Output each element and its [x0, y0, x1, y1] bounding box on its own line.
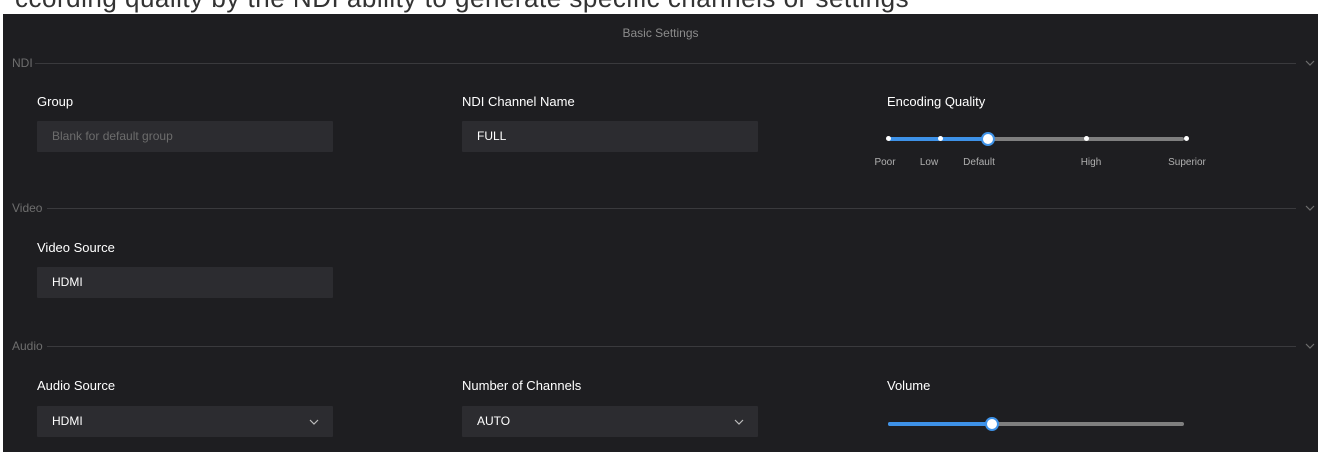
video-source-value: HDMI — [52, 275, 83, 289]
group-input[interactable] — [52, 121, 312, 152]
audio-source-label: Audio Source — [37, 378, 116, 393]
encoding-quality-handle[interactable] — [981, 132, 995, 146]
section-divider — [35, 63, 1296, 64]
section-header-video[interactable]: Video — [3, 200, 1318, 216]
volume-handle[interactable] — [984, 417, 999, 431]
panel-title: Basic Settings — [622, 26, 699, 40]
video-source-field[interactable]: HDMI — [37, 267, 333, 298]
cropped-page-text: ccording quality by the NDI ability to g… — [0, 0, 1318, 14]
ndi-channel-name-value: FULL — [477, 129, 507, 143]
quality-stop-high[interactable] — [1084, 136, 1089, 141]
chevron-down-icon[interactable] — [1303, 56, 1317, 70]
video-source-label: Video Source — [37, 240, 115, 255]
chevron-down-icon[interactable] — [1303, 339, 1317, 353]
quality-stop-superior[interactable] — [1184, 136, 1189, 141]
section-header-audio[interactable]: Audio — [3, 338, 1318, 354]
volume-label: Volume — [887, 378, 931, 393]
group-field[interactable] — [37, 121, 333, 152]
audio-source-select[interactable]: HDMI — [37, 406, 333, 437]
quality-label-low[interactable]: Low — [920, 157, 938, 168]
chevron-down-icon — [734, 419, 744, 425]
ndi-channel-name-label: NDI Channel Name — [462, 94, 575, 109]
number-of-channels-value: AUTO — [477, 414, 511, 428]
quality-label-high[interactable]: High — [1081, 157, 1102, 168]
ndi-channel-name-field[interactable]: FULL — [462, 121, 758, 152]
volume-slider[interactable] — [888, 417, 1184, 431]
number-of-channels-label: Number of Channels — [462, 378, 582, 393]
section-divider — [47, 346, 1296, 347]
chevron-down-icon — [309, 419, 319, 425]
encoding-quality-label: Encoding Quality — [887, 94, 986, 109]
group-label: Group — [37, 94, 74, 109]
section-label-ndi: NDI — [12, 56, 33, 70]
quality-stop-poor[interactable] — [886, 136, 891, 141]
encoding-quality-slider[interactable] — [886, 132, 1189, 146]
quality-label-poor[interactable]: Poor — [874, 157, 895, 168]
audio-source-value: HDMI — [52, 414, 83, 428]
section-header-ndi[interactable]: NDI — [3, 55, 1318, 71]
volume-fill — [888, 422, 992, 426]
quality-label-default[interactable]: Default — [963, 157, 995, 168]
cropped-heading-text: ccording quality by the NDI ability to g… — [15, 0, 909, 14]
section-label-video: Video — [12, 201, 43, 215]
section-label-audio: Audio — [12, 339, 43, 353]
chevron-down-icon[interactable] — [1303, 201, 1317, 215]
quality-stop-low[interactable] — [938, 136, 943, 141]
quality-label-superior[interactable]: Superior — [1168, 157, 1206, 168]
section-divider — [47, 208, 1296, 209]
basic-settings-panel: Basic Settings NDI Group NDI Channel Nam… — [3, 14, 1318, 452]
number-of-channels-select[interactable]: AUTO — [462, 406, 758, 437]
